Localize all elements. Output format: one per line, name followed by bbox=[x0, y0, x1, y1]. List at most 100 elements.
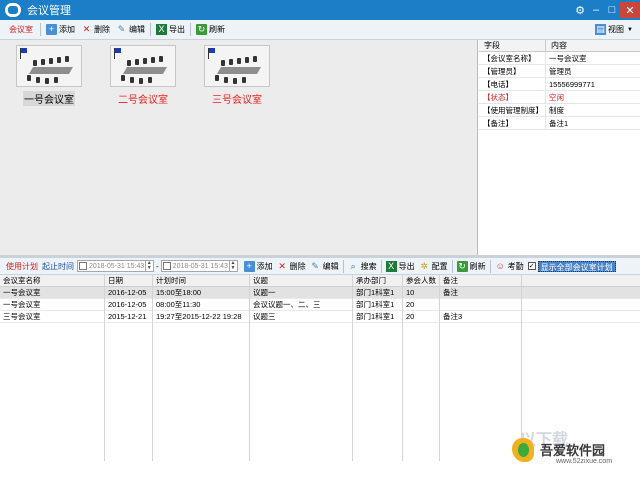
table-cell: 议题一 bbox=[250, 287, 353, 299]
spinner-icon[interactable]: ▲ ▼ bbox=[228, 261, 236, 271]
show-all-checkbox[interactable]: ✓ 显示全部会议室计划 bbox=[527, 260, 616, 272]
column-header[interactable]: 计划时间 bbox=[153, 275, 250, 287]
table-row[interactable]: 三号会议室 2015-12-21 19:27至2015-12-22 19:28 … bbox=[0, 311, 640, 323]
room-name: 一号会议室 bbox=[23, 91, 75, 106]
property-row[interactable]: 【会议室名称】 一号会议室 bbox=[479, 51, 640, 65]
edit-icon: ✎ bbox=[311, 260, 319, 271]
toolbar-divider bbox=[380, 259, 382, 273]
property-value: 管理员 bbox=[549, 66, 572, 76]
spinner-icon[interactable]: ▲ ▼ bbox=[145, 261, 152, 271]
table-cell: 会议议题一、二、三 bbox=[250, 299, 353, 311]
property-field: 【状态】 bbox=[479, 90, 546, 104]
settings-icon[interactable]: ⚙ bbox=[572, 2, 588, 18]
toolbar-divider bbox=[342, 259, 344, 273]
config-icon: ✲ bbox=[420, 260, 428, 271]
add-plan-label: 添加 bbox=[256, 261, 273, 271]
property-row[interactable]: 【电话】 15556999771 bbox=[479, 77, 640, 91]
edit-room-label: 编辑 bbox=[129, 25, 145, 34]
column-header[interactable]: 议题 bbox=[250, 275, 353, 287]
room-image bbox=[16, 45, 82, 87]
export-plan-button[interactable]: X 导出 bbox=[384, 259, 417, 273]
refresh-icon: ↻ bbox=[456, 260, 468, 272]
maximize-button[interactable]: □ bbox=[604, 2, 620, 18]
table-cell: 20 bbox=[403, 299, 440, 311]
start-date-checkbox[interactable] bbox=[79, 262, 87, 270]
refresh-plan-button[interactable]: ↻ 刷新 bbox=[455, 259, 488, 273]
property-row[interactable]: 【备注】 备注1 bbox=[479, 116, 640, 130]
table-row[interactable]: 一号会议室 2016-12-05 08:00至11:30 会议议题一、二、三 部… bbox=[0, 299, 640, 311]
property-row[interactable]: 【使用管理制度】 制度 bbox=[479, 103, 640, 117]
view-menu-button[interactable]: ▤ 视图 ▼ bbox=[592, 22, 636, 38]
edit-room-button[interactable]: ✎ 编辑 bbox=[113, 22, 148, 38]
add-icon: + bbox=[46, 24, 57, 35]
property-value: 一号会议室 bbox=[549, 53, 587, 63]
config-button[interactable]: ✲ 配置 bbox=[417, 259, 450, 273]
export-room-button[interactable]: X 导出 bbox=[153, 22, 188, 38]
table-cell: 三号会议室 bbox=[0, 311, 105, 323]
flag-icon bbox=[114, 48, 121, 59]
view-label: 视图 bbox=[608, 25, 625, 34]
add-plan-button[interactable]: + 添加 bbox=[242, 259, 275, 273]
end-date-picker[interactable]: 2018-05-31 15:43 ▲ ▼ bbox=[160, 260, 238, 272]
refresh-icon: ↻ bbox=[196, 24, 207, 35]
edit-plan-button[interactable]: ✎ 编辑 bbox=[308, 259, 341, 273]
window-title: 会议管理 bbox=[27, 5, 71, 17]
room-card[interactable]: 三号会议室 bbox=[202, 45, 272, 107]
column-header[interactable]: 日期 bbox=[105, 275, 153, 287]
watermark-title: 吾爱软件园 bbox=[540, 443, 606, 458]
attendance-button[interactable]: ☺ 考勤 bbox=[493, 259, 526, 273]
column-header[interactable]: 备注 bbox=[440, 275, 522, 287]
search-plan-label: 搜索 bbox=[360, 261, 377, 271]
excel-icon: X bbox=[156, 24, 167, 35]
property-field: 【电话】 bbox=[479, 77, 546, 91]
table-row[interactable]: 一号会议室 2016-12-05 15:00至18:00 议题一 部门1科室1 … bbox=[0, 287, 640, 299]
table-cell: 20 bbox=[403, 311, 440, 323]
table-cell bbox=[440, 299, 522, 311]
delete-room-button[interactable]: ✕ 删除 bbox=[78, 22, 113, 38]
minimize-button[interactable]: – bbox=[588, 2, 604, 18]
tab-meeting-room[interactable]: 会议室 bbox=[0, 22, 38, 38]
room-name: 三号会议室 bbox=[212, 95, 262, 106]
chevron-down-icon: ▼ bbox=[627, 26, 633, 33]
excel-icon: X bbox=[385, 260, 397, 272]
room-card[interactable]: 一号会议室 bbox=[14, 45, 84, 107]
toolbar-divider bbox=[190, 23, 191, 36]
property-field: 【备注】 bbox=[479, 116, 546, 130]
toolbar-divider bbox=[489, 259, 491, 273]
app-logo-icon bbox=[5, 3, 21, 17]
table-cell: 部门1科室1 bbox=[353, 311, 403, 323]
column-header-field: 字段 bbox=[479, 40, 546, 51]
start-date-picker[interactable]: 2018-05-31 15:43 ▲ ▼ bbox=[77, 260, 154, 272]
tab-use-plan[interactable]: 使用计划 bbox=[4, 259, 40, 273]
search-icon: ⌕ bbox=[350, 260, 356, 271]
delete-plan-button[interactable]: ✕ 删除 bbox=[275, 259, 308, 273]
column-header[interactable]: 会议室名称 bbox=[0, 275, 105, 287]
column-header[interactable]: 参会人数 bbox=[403, 275, 440, 287]
column-header-value: 内容 bbox=[551, 41, 567, 50]
end-date-value: 2018-05-31 15:43 bbox=[172, 262, 228, 270]
property-row[interactable]: 【状态】 空闲 bbox=[479, 90, 640, 104]
column-header[interactable]: 承办部门 bbox=[353, 275, 403, 287]
property-grid: 字段 内容 【会议室名称】 一号会议室 【管理员】 管理员 【电话】 15556… bbox=[479, 40, 640, 255]
add-icon: + bbox=[243, 260, 255, 272]
property-value: 备注1 bbox=[549, 118, 569, 128]
show-all-label: 显示全部会议室计划 bbox=[537, 260, 616, 272]
room-card[interactable]: 二号会议室 bbox=[108, 45, 178, 107]
delete-room-label: 删除 bbox=[94, 25, 110, 34]
table-cell: 一号会议室 bbox=[0, 287, 105, 299]
add-room-button[interactable]: + 添加 bbox=[43, 22, 78, 38]
table-cell: 2015-12-21 bbox=[105, 311, 153, 323]
search-plan-button[interactable]: ⌕ 搜索 bbox=[346, 259, 379, 273]
add-room-label: 添加 bbox=[59, 25, 75, 34]
table-cell: 08:00至11:30 bbox=[153, 299, 250, 311]
table-cell: 部门1科室1 bbox=[353, 287, 403, 299]
refresh-room-button[interactable]: ↻ 刷新 bbox=[193, 22, 228, 38]
toolbar-divider bbox=[451, 259, 453, 273]
edit-plan-label: 编辑 bbox=[322, 261, 339, 271]
delete-icon: ✕ bbox=[82, 24, 91, 34]
property-row[interactable]: 【管理员】 管理员 bbox=[479, 64, 640, 78]
end-date-checkbox[interactable] bbox=[162, 262, 171, 270]
flag-icon bbox=[208, 48, 215, 59]
close-button[interactable]: ✕ bbox=[620, 2, 640, 18]
table-cell: 部门1科室1 bbox=[353, 299, 403, 311]
